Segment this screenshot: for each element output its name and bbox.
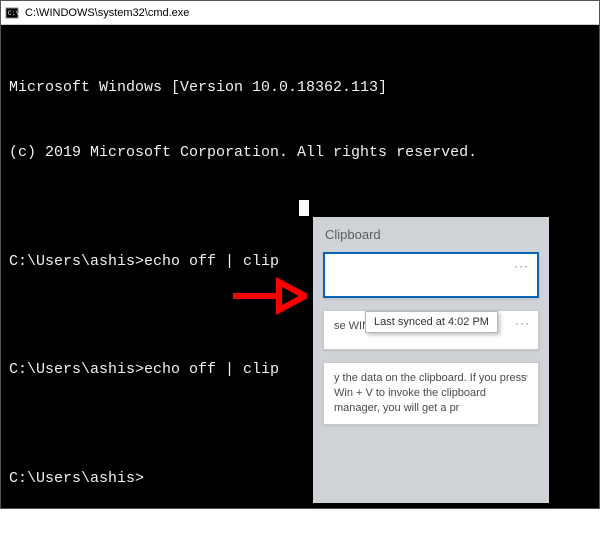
- clipboard-item-selected[interactable]: ···: [323, 252, 539, 298]
- terminal-line: (c) 2019 Microsoft Corporation. All righ…: [9, 142, 591, 164]
- clipboard-panel: Clipboard ··· se WIN + ··· y the data on…: [313, 217, 549, 503]
- cmd-icon: C:\: [5, 6, 19, 20]
- window-title: C:\WINDOWS\system32\cmd.exe: [25, 7, 189, 19]
- clipboard-item[interactable]: y the data on the clipboard. If you pres…: [323, 362, 539, 425]
- more-icon[interactable]: ···: [515, 367, 530, 383]
- clipboard-item-text: y the data on the clipboard. If you pres…: [334, 372, 527, 414]
- cmd-window: C:\ C:\WINDOWS\system32\cmd.exe Microsof…: [0, 0, 600, 509]
- svg-text:C:\: C:\: [8, 10, 19, 17]
- cursor-block: [299, 200, 309, 216]
- more-icon[interactable]: ···: [515, 315, 530, 331]
- titlebar[interactable]: C:\ C:\WINDOWS\system32\cmd.exe: [1, 1, 599, 25]
- tooltip-text: Last synced at 4:02 PM: [374, 316, 489, 328]
- sync-tooltip: Last synced at 4:02 PM: [365, 311, 498, 333]
- more-icon[interactable]: ···: [514, 258, 529, 274]
- clipboard-title: Clipboard: [323, 227, 539, 242]
- terminal-line: Microsoft Windows [Version 10.0.18362.11…: [9, 77, 591, 99]
